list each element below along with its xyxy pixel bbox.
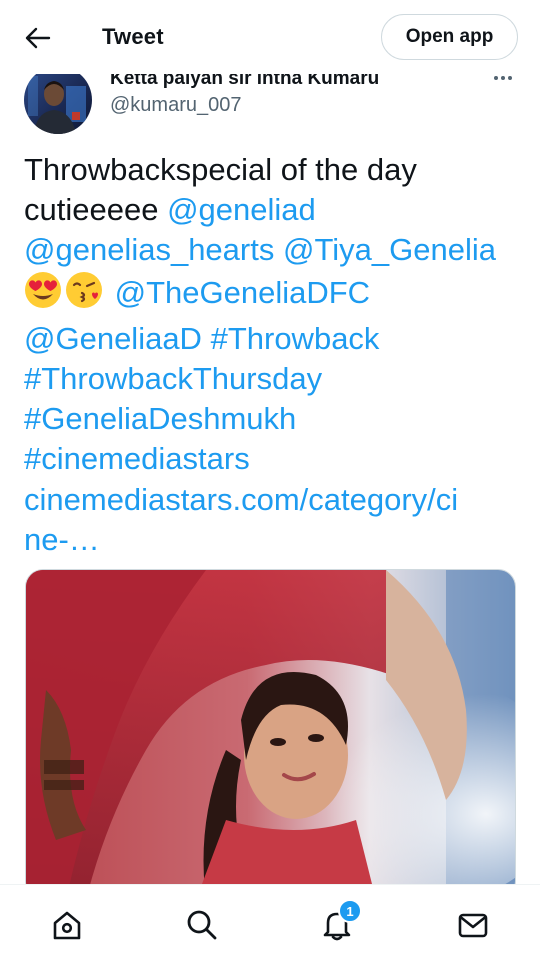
tweet-line: #GeneliaDeshmukh (24, 399, 524, 439)
hashtag-link[interactable]: #GeneliaDeshmukh (24, 401, 296, 436)
tweet-line: @GeneliaaD #Throwback (24, 319, 524, 359)
back-button[interactable] (20, 22, 56, 54)
envelope-icon (458, 913, 488, 938)
avatar[interactable] (24, 66, 92, 134)
tweet-line: #cinemediastars (24, 439, 524, 479)
more-dot (501, 76, 505, 80)
search-icon (187, 910, 217, 940)
tweet-line: ne-… (24, 520, 524, 560)
tweet-line: @TheGeneliaDFC (24, 271, 524, 319)
mention-link[interactable]: @TheGeneliaDFC (115, 275, 370, 310)
mention-link[interactable]: @Tiya_Genelia (283, 232, 496, 267)
tweet-line: cutieeeee @geneliad (24, 192, 316, 228)
home-icon (53, 911, 81, 940)
tweet-line: #ThrowbackThursday (24, 359, 524, 399)
nav-messages[interactable] (451, 903, 495, 947)
tweet-author: Ketta paiyan sir intha Kumaru @kumaru_00… (0, 62, 540, 142)
author-handle[interactable]: @kumaru_007 (110, 94, 241, 117)
hashtag-link[interactable]: #cinemediastars (24, 441, 250, 476)
top-bar: Tweet Open app (0, 0, 540, 74)
nav-search[interactable] (180, 903, 224, 947)
tweet-line: cinemediastars.com/category/ci (24, 480, 524, 520)
tweet-line: @genelias_hearts @Tiya_Genelia (24, 230, 524, 270)
mention-link[interactable]: @geneliad (167, 192, 316, 227)
tweet-media-image[interactable] (25, 569, 516, 899)
kissing-face-icon (65, 271, 103, 319)
more-dot (494, 76, 498, 80)
mention-link[interactable]: @GeneliaaD (24, 321, 202, 356)
more-dot (508, 76, 512, 80)
heart-eyes-emoji-icon (24, 271, 62, 319)
tweet-text: Throwbackspecial of the day cutieeeee @g… (24, 150, 524, 560)
url-link[interactable]: cinemediastars.com/category/ci (24, 482, 458, 517)
tweet-line: Throwbackspecial of the day (24, 152, 417, 187)
bottom-navigation: 1 (0, 884, 540, 960)
hashtag-link[interactable]: #Throwback (211, 321, 380, 356)
open-app-button[interactable]: Open app (381, 14, 518, 60)
notification-count-badge: 1 (338, 899, 362, 923)
arrow-left-icon (25, 27, 51, 49)
mention-link[interactable]: @genelias_hearts (24, 232, 274, 267)
media-photo (26, 570, 515, 898)
url-link[interactable]: ne-… (24, 522, 100, 557)
hashtag-link[interactable]: #ThrowbackThursday (24, 361, 322, 396)
avatar-image (24, 66, 92, 134)
page-title: Tweet (102, 24, 164, 49)
nav-home[interactable] (45, 903, 89, 947)
